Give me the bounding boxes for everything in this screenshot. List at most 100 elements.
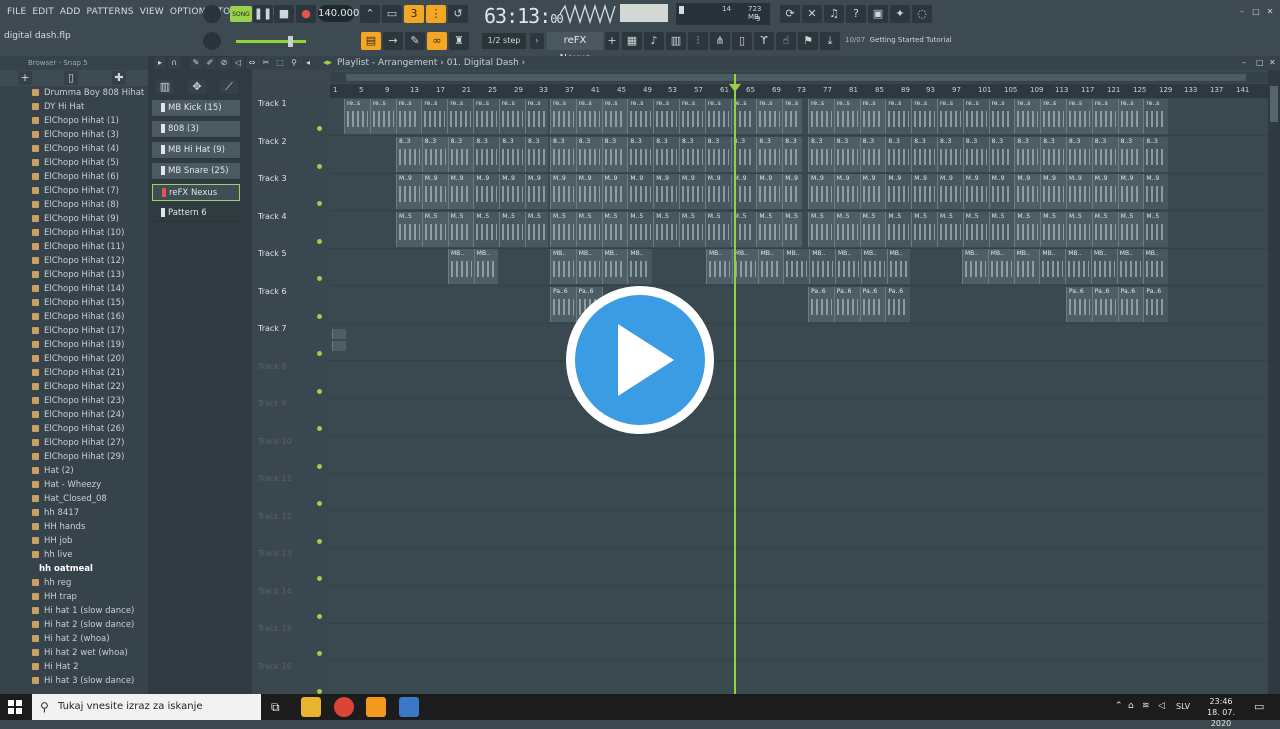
snap-step-select[interactable]: 1/2 step (482, 33, 526, 49)
pattern-clip[interactable]: re..s (447, 99, 473, 134)
browser-item[interactable]: HH job (32, 536, 72, 550)
download-icon[interactable]: ⤓ (820, 32, 840, 50)
tempo-display[interactable]: 140.000 (318, 5, 359, 22)
browser-item[interactable]: ElChopo Hihat (16) (32, 312, 124, 326)
pencil-icon[interactable]: ✎ (190, 57, 202, 69)
slide-tool-icon[interactable]: → (383, 32, 403, 50)
pattern-clip[interactable]: re..s (344, 99, 370, 134)
track-mute-icon[interactable] (317, 126, 322, 131)
pattern-clip[interactable]: MB.. (886, 249, 910, 284)
pattern-clip[interactable]: M..5 (421, 211, 448, 247)
maximize-icon[interactable]: □ (1250, 6, 1262, 18)
chrome-icon[interactable] (334, 697, 354, 717)
pattern-clip[interactable]: MB.. (627, 249, 652, 284)
mute-icon[interactable]: ◁ (232, 57, 244, 69)
select-icon[interactable]: ⬚ (274, 57, 286, 69)
track-mute-icon[interactable] (317, 426, 322, 431)
pattern-clip[interactable]: 8..3 (1117, 136, 1144, 172)
track-mute-icon[interactable] (317, 163, 322, 169)
step-edit-icon[interactable]: ⋮ (426, 5, 446, 23)
pattern-clip[interactable]: 8..3 (421, 136, 448, 172)
wait-for-input-icon[interactable]: ▭ (382, 5, 402, 23)
track-mute-icon[interactable] (317, 651, 322, 656)
track-name[interactable]: Track 12 (258, 512, 292, 521)
pattern-clip[interactable]: M..9 (525, 174, 548, 209)
countdown-icon[interactable]: 3 (404, 5, 424, 23)
pattern-clip[interactable]: re..s (550, 99, 576, 134)
pattern-clip[interactable]: MB.. (835, 249, 861, 284)
pattern-clip[interactable]: M..5 (550, 211, 576, 247)
pattern-clip[interactable]: M..5 (859, 211, 886, 247)
pattern-clip[interactable]: M..5 (653, 211, 679, 247)
brush-icon[interactable]: ✐ (204, 57, 216, 69)
zoom-icon[interactable]: ⚲ (288, 57, 300, 69)
pattern-clip[interactable]: Pa..6 (550, 286, 576, 322)
browser-item[interactable]: ElChopo Hihat (21) (32, 368, 124, 382)
playback-icon[interactable]: ◂ (302, 57, 314, 69)
pattern-clip[interactable]: re..s (704, 99, 731, 134)
pattern-clip[interactable]: re..s (782, 99, 802, 134)
pattern-clip[interactable]: re..s (498, 99, 525, 134)
metronome-icon[interactable]: ⌃ (360, 5, 380, 23)
browser-item[interactable]: ElChopo Hihat (10) (32, 228, 124, 242)
track-lane[interactable] (330, 511, 1268, 549)
pattern-clip[interactable]: M..9 (782, 174, 802, 209)
browser-item[interactable]: ElChopo Hihat (20) (32, 354, 124, 368)
play-icon[interactable] (618, 324, 674, 396)
browser-file-icon[interactable]: ▯ (64, 71, 78, 85)
pattern-clip[interactable]: 8..3 (1040, 136, 1066, 172)
playhead[interactable] (734, 74, 736, 694)
magnet-icon[interactable]: ∩ (168, 57, 180, 69)
track-name[interactable]: Track 14 (258, 587, 292, 596)
selected-channel[interactable]: reFX Nexus (547, 32, 603, 64)
browser-item[interactable]: ElChopo Hihat (19) (32, 340, 124, 354)
microphone-icon[interactable]: ♫ (824, 5, 844, 23)
slice-icon[interactable]: ✂ (260, 57, 272, 69)
track-lane[interactable] (330, 661, 1268, 695)
track-name[interactable]: Track 16 (258, 662, 292, 671)
pattern-clip[interactable]: re..s (601, 99, 628, 134)
pattern-clip[interactable]: M..9 (447, 174, 474, 209)
track-mute-icon[interactable] (317, 576, 322, 581)
browser-item[interactable]: ElChopo Hihat (22) (32, 382, 124, 396)
snap-icon[interactable]: ▤ (361, 32, 381, 50)
playlist-close-icon[interactable]: ✕ (1269, 58, 1276, 67)
browser-item[interactable]: HH trap (32, 592, 77, 606)
pattern-clip[interactable]: M..5 (575, 211, 602, 247)
pattern-clip[interactable]: re..s (421, 99, 448, 134)
pattern-clip[interactable]: MB.. (1013, 249, 1040, 284)
track-lane[interactable] (330, 436, 1268, 474)
pattern-clip[interactable]: 8..3 (1091, 136, 1118, 172)
pattern-clip[interactable]: re..s (988, 99, 1015, 134)
draw-tool-icon[interactable]: ✎ (405, 32, 425, 50)
pattern-clip[interactable]: Pa..6 (1091, 286, 1118, 322)
pattern-clip[interactable]: 8..3 (704, 136, 731, 172)
track-mute-icon[interactable] (317, 388, 322, 394)
picker-edit-icon[interactable]: ⟋ (220, 80, 238, 94)
pattern-clip[interactable]: M..5 (885, 211, 912, 247)
windows-start-icon[interactable] (8, 700, 22, 714)
playlist-grid[interactable]: re..s re..s re..s re..s re..s re..s re..s re..s… (330, 98, 1268, 694)
pattern-clip[interactable]: re..s (756, 99, 783, 134)
pattern-clip[interactable]: Pa..6 (808, 286, 834, 322)
pattern-clip[interactable]: re..s (1066, 99, 1092, 134)
pattern-clip[interactable]: re..s (1143, 99, 1168, 134)
pattern-clip[interactable]: MB.. (706, 249, 732, 284)
taskbar-clock[interactable]: 23:46 18. 07. 2020 (1196, 696, 1246, 729)
track-name[interactable]: Track 7 (258, 324, 287, 333)
playlist-breadcrumb[interactable]: Playlist - Arrangement › 01. Digital Das… (337, 58, 525, 68)
pattern-clip[interactable]: M..9 (962, 174, 989, 209)
pattern-clip[interactable]: 8..3 (473, 136, 500, 172)
pattern-clip[interactable]: M..5 (499, 211, 525, 247)
pattern-clip[interactable]: M..9 (808, 174, 834, 209)
playlist-vertical-scroll[interactable] (1268, 70, 1280, 694)
pattern-clip[interactable]: M..5 (988, 211, 1015, 247)
pattern-clip[interactable]: MB.. (1039, 249, 1066, 284)
pattern-clip[interactable]: M..5 (679, 211, 705, 247)
browser-item[interactable]: Hi hat 2 (slow dance) (32, 620, 134, 634)
piano-roll-icon[interactable]: ♪ (644, 32, 664, 50)
pattern-clip[interactable]: re..s (911, 99, 937, 134)
track-name[interactable]: Track 3 (258, 174, 287, 183)
pattern-clip[interactable]: M..5 (1143, 211, 1168, 247)
pattern-clip[interactable]: M..9 (833, 174, 860, 209)
